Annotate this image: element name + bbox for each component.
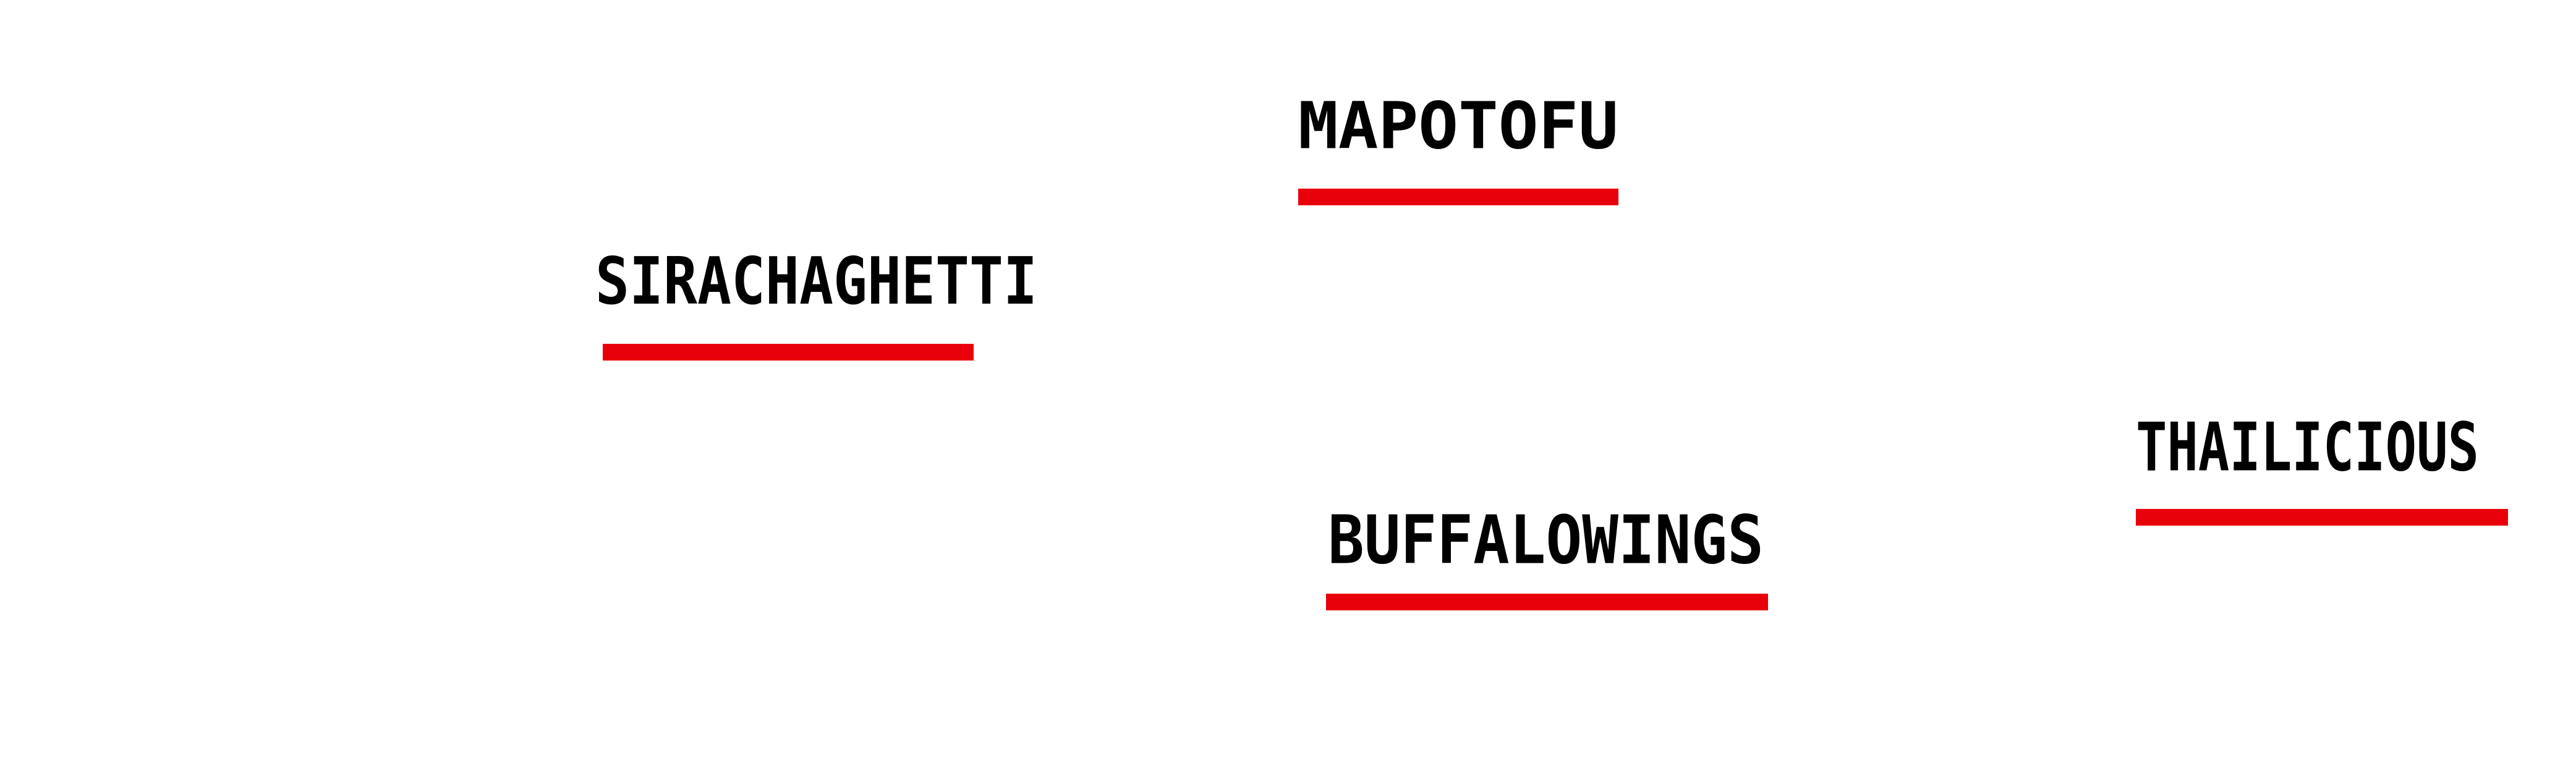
- underline-mapotofu: [1298, 189, 1618, 205]
- underline-thailicious: [2136, 509, 2508, 526]
- label-sirachaghetti: SIRACHAGHETTI: [595, 243, 1037, 320]
- label-mapotofu: MAPOTOFU: [1298, 88, 1618, 164]
- underline-buffalowings: [1326, 594, 1768, 610]
- canvas: MAPOTOFU SIRACHAGHETTI THAILICIOUS BUFFA…: [0, 0, 2576, 773]
- underline-sirachaghetti: [603, 344, 974, 361]
- label-buffalowings: BUFFALOWINGS: [1328, 501, 1764, 579]
- label-thailicious: THAILICIOUS: [2136, 408, 2479, 487]
